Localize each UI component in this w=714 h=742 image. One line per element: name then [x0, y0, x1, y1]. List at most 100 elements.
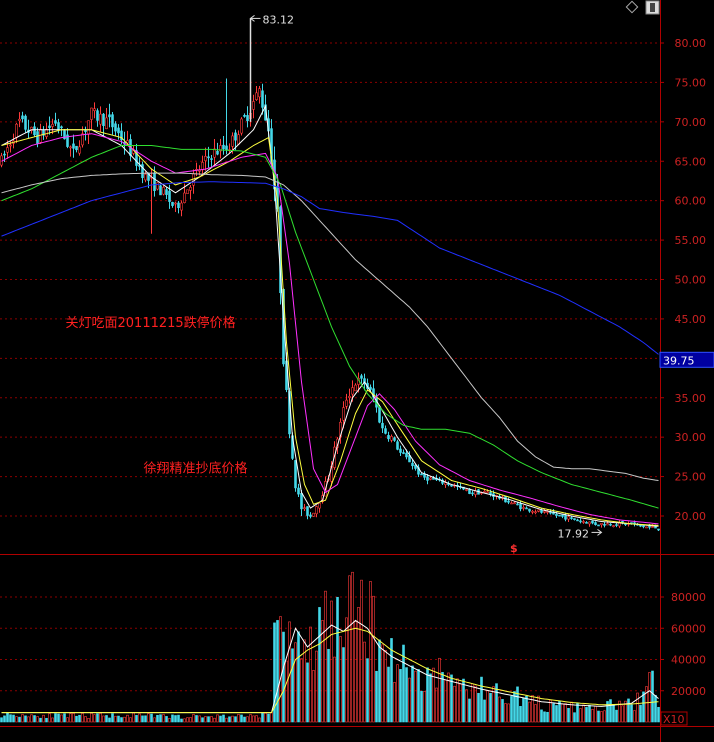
volume-bar [222, 714, 225, 723]
volume-bar [654, 694, 657, 723]
low-price-label: 17.92 [558, 527, 590, 540]
volume-bar [429, 673, 432, 723]
candle-body [207, 156, 210, 159]
candle-body [216, 150, 219, 155]
candle-body [45, 128, 48, 137]
window-restore-icon[interactable] [645, 0, 660, 15]
price-tick-label: 35.00 [675, 392, 707, 405]
volume-bar [501, 699, 504, 723]
candle-body [591, 520, 594, 524]
volume-unit-label: X10 [663, 713, 685, 726]
candle-body [114, 123, 117, 132]
candle-body [651, 526, 654, 528]
candle-body [609, 523, 612, 526]
volume-bar [468, 698, 471, 723]
volume-bar [261, 713, 264, 723]
candle-body [570, 517, 573, 519]
candle-body [303, 507, 306, 510]
candle-body [300, 493, 303, 510]
price-tick-label: 80.00 [675, 37, 707, 50]
volume-bar [108, 717, 111, 723]
volume-bar [555, 705, 558, 723]
candle-body [60, 126, 63, 129]
volume-bar [150, 713, 153, 723]
candle-body [15, 123, 18, 138]
volume-bar [45, 717, 48, 723]
candle-body [531, 510, 534, 513]
candle-body [54, 120, 57, 124]
candle-body [234, 132, 237, 141]
volume-bar [516, 686, 519, 723]
candle-body [204, 156, 207, 161]
candle-body [354, 384, 357, 392]
candle-body [429, 477, 432, 480]
candle-body [69, 146, 72, 149]
volume-bar [267, 713, 270, 723]
candle-body [555, 513, 558, 516]
candle-body [225, 145, 228, 151]
candle-body [393, 437, 396, 441]
candle-body [231, 135, 234, 147]
candle-body [78, 146, 81, 154]
candle-body [96, 110, 99, 121]
volume-bar [141, 715, 144, 723]
candle-body [534, 511, 537, 514]
candle-body [3, 153, 6, 156]
candle-body [561, 514, 564, 517]
volume-bar [96, 713, 99, 723]
volume-bar [540, 709, 543, 723]
volume-bar [156, 714, 159, 723]
candle-body [36, 131, 39, 144]
candle-body [384, 428, 387, 434]
candle-body [18, 118, 21, 122]
volume-tick-label: 20000 [671, 685, 706, 698]
price-tick-label: 55.00 [675, 234, 707, 247]
candle-body [255, 92, 258, 100]
volume-bar [291, 648, 294, 723]
candle-body [528, 508, 531, 512]
candle-body [213, 148, 216, 158]
volume-bar [327, 648, 330, 723]
candle-body [516, 503, 519, 506]
volume-bar [417, 669, 420, 723]
volume-bar [174, 715, 177, 723]
volume-bar [630, 704, 633, 723]
candle-body [606, 523, 609, 526]
candle-body [594, 522, 597, 525]
candle-body [525, 507, 528, 510]
candle-body [111, 114, 114, 128]
volume-bar [597, 710, 600, 723]
candle-body [57, 122, 60, 130]
candle-body [603, 523, 606, 526]
candle-body [222, 144, 225, 150]
volume-bar [483, 699, 486, 723]
volume-bar [0, 717, 3, 723]
volume-bar [522, 697, 525, 723]
volume-bar [342, 647, 345, 723]
current-price-label: 39.75 [663, 354, 695, 367]
volume-bar [135, 715, 138, 723]
candle-body [243, 114, 246, 117]
volume-bar [117, 715, 120, 723]
volume-bar [525, 695, 528, 723]
candle-body [396, 441, 399, 450]
candle-body [117, 127, 120, 134]
candle-body [549, 511, 552, 514]
candle-body [513, 502, 516, 505]
candle-body [87, 120, 90, 135]
volume-bar [477, 692, 480, 723]
annotation-note: 关灯吃面20111215跌停价格 [66, 315, 236, 331]
candle-body [471, 492, 474, 495]
candle-body [75, 145, 78, 151]
candle-body [171, 202, 174, 206]
candle-body [537, 509, 540, 512]
candle-body [90, 107, 93, 120]
candle-body [648, 526, 651, 528]
volume-tick-label: 80000 [671, 591, 706, 604]
candle-body [312, 512, 315, 517]
volume-tick-label: 60000 [671, 622, 706, 635]
volume-bar [612, 704, 615, 723]
volume-bar [75, 715, 78, 723]
candle-body [153, 173, 156, 192]
candle-body [21, 115, 24, 120]
